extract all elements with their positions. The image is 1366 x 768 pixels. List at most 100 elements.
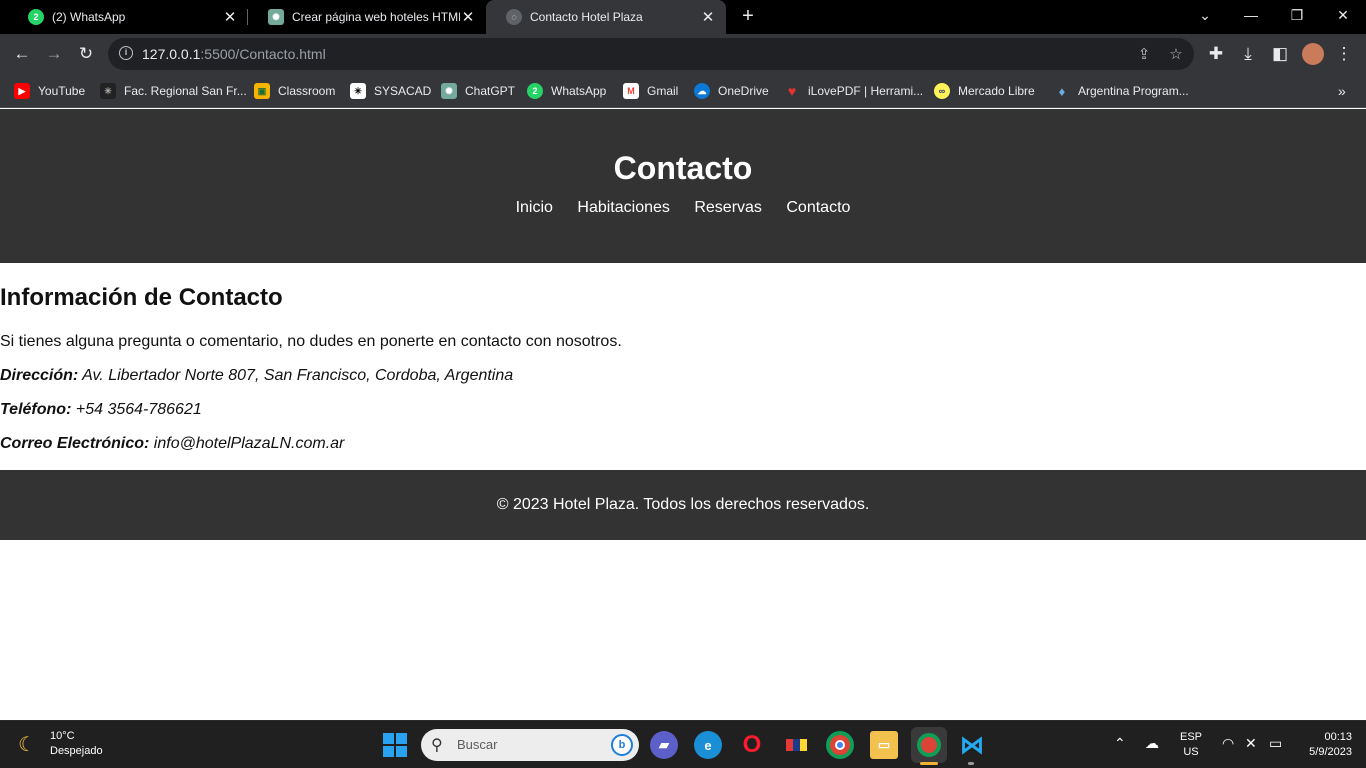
bookmarks-overflow-icon[interactable]: » <box>1338 81 1346 101</box>
show-hidden-icons-icon[interactable]: ⌃ <box>1114 735 1126 752</box>
weather-desc: Despejado <box>50 745 103 757</box>
tab-whatsapp[interactable]: 2 (2) WhatsApp ✕ <box>8 0 248 34</box>
gmail-icon: M <box>623 83 639 99</box>
nav-link-contacto[interactable]: Contacto <box>786 199 850 217</box>
bookmark-star-icon[interactable]: ☆ <box>1167 45 1185 63</box>
nav-link-habitaciones[interactable]: Habitaciones <box>577 199 670 217</box>
moon-icon: ☾ <box>18 734 36 756</box>
address-bar[interactable]: i 127.0.0.1:5500/Contacto.html ⇪ ☆ <box>108 38 1194 70</box>
bookmark-sysacad[interactable]: ✳ SYSACAD <box>350 81 431 101</box>
close-tab-icon[interactable]: ✕ <box>700 8 716 26</box>
vscode-icon[interactable]: ⋈ <box>958 731 986 759</box>
bookmark-mercadolibre[interactable]: ∞ Mercado Libre <box>934 81 1035 101</box>
email-line: Correo Electrónico: info@hotelPlazaLN.co… <box>0 433 1366 454</box>
taskbar-search[interactable]: ⚲ Buscar b <box>421 729 639 761</box>
page-title: Contacto <box>613 150 753 186</box>
profile-avatar[interactable] <box>1301 42 1325 66</box>
bookmark-argentina-program[interactable]: ♦ Argentina Program... <box>1054 81 1189 101</box>
bing-icon[interactable]: b <box>611 734 633 756</box>
classroom-icon: ▣ <box>254 83 270 99</box>
email-label: Correo Electrónico: <box>0 435 150 452</box>
address-line: Dirección: Av. Libertador Norte 807, San… <box>0 365 1366 386</box>
bookmark-youtube[interactable]: ▶ YouTube <box>14 81 85 101</box>
address-label: Dirección: <box>0 367 79 384</box>
weather-text: 10°C Despejado <box>50 729 103 759</box>
bookmark-label: Fac. Regional San Fr... <box>124 84 247 98</box>
chrome-icon[interactable] <box>826 731 854 759</box>
tab-strip: 2 (2) WhatsApp ✕ ✺ Crear página web hote… <box>0 0 1366 34</box>
browser-toolbar: ← → ↻ i 127.0.0.1:5500/Contacto.html ⇪ ☆… <box>0 34 1366 74</box>
extensions-icon[interactable]: ✚ <box>1204 42 1228 66</box>
clock-date: 5/9/2023 <box>1309 746 1352 758</box>
bookmark-label: Gmail <box>647 84 679 98</box>
bookmark-chatgpt[interactable]: ✺ ChatGPT <box>441 81 515 101</box>
bookmark-gmail[interactable]: M Gmail <box>623 81 678 101</box>
tab-chatgpt[interactable]: ✺ Crear página web hoteles HTML/ ✕ <box>248 0 486 34</box>
site-info-icon[interactable]: i <box>119 46 133 60</box>
reload-button[interactable]: ↻ <box>74 42 98 66</box>
minimize-button[interactable]: — <box>1228 0 1274 30</box>
bookmark-label: OneDrive <box>718 84 769 98</box>
chatgpt-icon: ✺ <box>268 9 284 25</box>
taskbar: ☾ 10°C Despejado ⚲ Buscar b ▰ e O ▭ ⋈ ⌃ … <box>0 720 1366 768</box>
tab-title: Contacto Hotel Plaza <box>530 10 643 24</box>
battery-icon[interactable]: ▭ <box>1269 735 1282 752</box>
bookmark-classroom[interactable]: ▣ Classroom <box>254 81 335 101</box>
bookmark-label: YouTube <box>38 84 86 98</box>
start-button[interactable] <box>383 733 407 757</box>
weather-widget[interactable]: ☾ 10°C Despejado <box>18 729 103 759</box>
utn-icon: ✳ <box>100 83 116 99</box>
email-value: info@hotelPlazaLN.com.ar <box>149 435 345 452</box>
back-button[interactable]: ← <box>10 42 34 66</box>
close-window-button[interactable]: ✕ <box>1320 0 1366 30</box>
bookmark-ilovepdf[interactable]: ♥ iLovePDF | Herrami... <box>784 81 923 101</box>
whatsapp-icon: 2 <box>28 9 44 25</box>
bookmark-utn[interactable]: ✳ Fac. Regional San Fr... <box>100 81 247 101</box>
nav-link-reservas[interactable]: Reservas <box>694 199 762 217</box>
side-panel-icon[interactable]: ◧ <box>1268 42 1292 66</box>
bookmark-label: iLovePDF | Herrami... <box>808 84 924 98</box>
clock[interactable]: 00:13 5/9/2023 <box>1300 730 1352 760</box>
restore-button[interactable]: ❐ <box>1274 0 1320 30</box>
download-icon[interactable]: ⤓ <box>1236 42 1260 66</box>
new-tab-button[interactable]: + <box>738 5 758 29</box>
muted-speaker-icon[interactable]: ✕ <box>1245 735 1257 752</box>
bookmark-label: Argentina Program... <box>1078 84 1189 98</box>
bookmark-whatsapp[interactable]: 2 WhatsApp <box>527 81 606 101</box>
edge-icon[interactable]: e <box>694 731 722 759</box>
ilovepdf-icon: ♥ <box>787 83 797 99</box>
clock-time: 00:13 <box>1324 731 1352 743</box>
url-text[interactable]: 127.0.0.1:5500/Contacto.html <box>142 46 326 62</box>
chrome-profile-icon[interactable] <box>911 727 947 763</box>
phone-label: Teléfono: <box>0 401 72 418</box>
tab-title: (2) WhatsApp <box>52 10 126 24</box>
tab-contacto[interactable]: ◌ Contacto Hotel Plaza ✕ <box>486 0 726 34</box>
menu-kebab-icon[interactable]: ⋮ <box>1332 42 1356 66</box>
chatgpt-icon: ✺ <box>441 83 457 99</box>
youtube-icon: ▶ <box>14 83 30 99</box>
app-icon[interactable] <box>782 731 810 759</box>
url-host: 127.0.0.1 <box>142 46 201 62</box>
file-explorer-icon[interactable]: ▭ <box>870 731 898 759</box>
site-footer: © 2023 Hotel Plaza. Todos los derechos r… <box>0 470 1366 540</box>
address-value: Av. Libertador Norte 807, San Francisco,… <box>78 367 514 384</box>
search-placeholder: Buscar <box>457 737 498 752</box>
mercadolibre-icon: ∞ <box>934 83 950 99</box>
forward-button[interactable]: → <box>42 42 66 66</box>
teams-chat-icon[interactable]: ▰ <box>650 731 678 759</box>
tab-title: Crear página web hoteles HTML/ <box>292 10 460 24</box>
close-tab-icon[interactable]: ✕ <box>222 8 238 26</box>
nav-link-inicio[interactable]: Inicio <box>516 199 553 217</box>
wifi-icon[interactable]: ◠ <box>1222 735 1234 752</box>
argentina-program-icon: ♦ <box>1058 83 1066 99</box>
input-language[interactable]: ESP US <box>1180 730 1202 760</box>
onedrive-status-icon[interactable]: ☁ <box>1145 735 1159 752</box>
tab-search-button[interactable]: ⌄ <box>1182 0 1228 30</box>
close-tab-icon[interactable]: ✕ <box>460 8 476 26</box>
bookmark-onedrive[interactable]: ☁ OneDrive <box>694 81 769 101</box>
keyboard-layout: US <box>1183 746 1199 758</box>
opera-icon[interactable]: O <box>738 731 766 759</box>
bookmark-label: Classroom <box>278 84 336 98</box>
site-nav: Inicio Habitaciones Reservas Contacto <box>0 199 1366 217</box>
share-icon[interactable]: ⇪ <box>1135 45 1153 63</box>
